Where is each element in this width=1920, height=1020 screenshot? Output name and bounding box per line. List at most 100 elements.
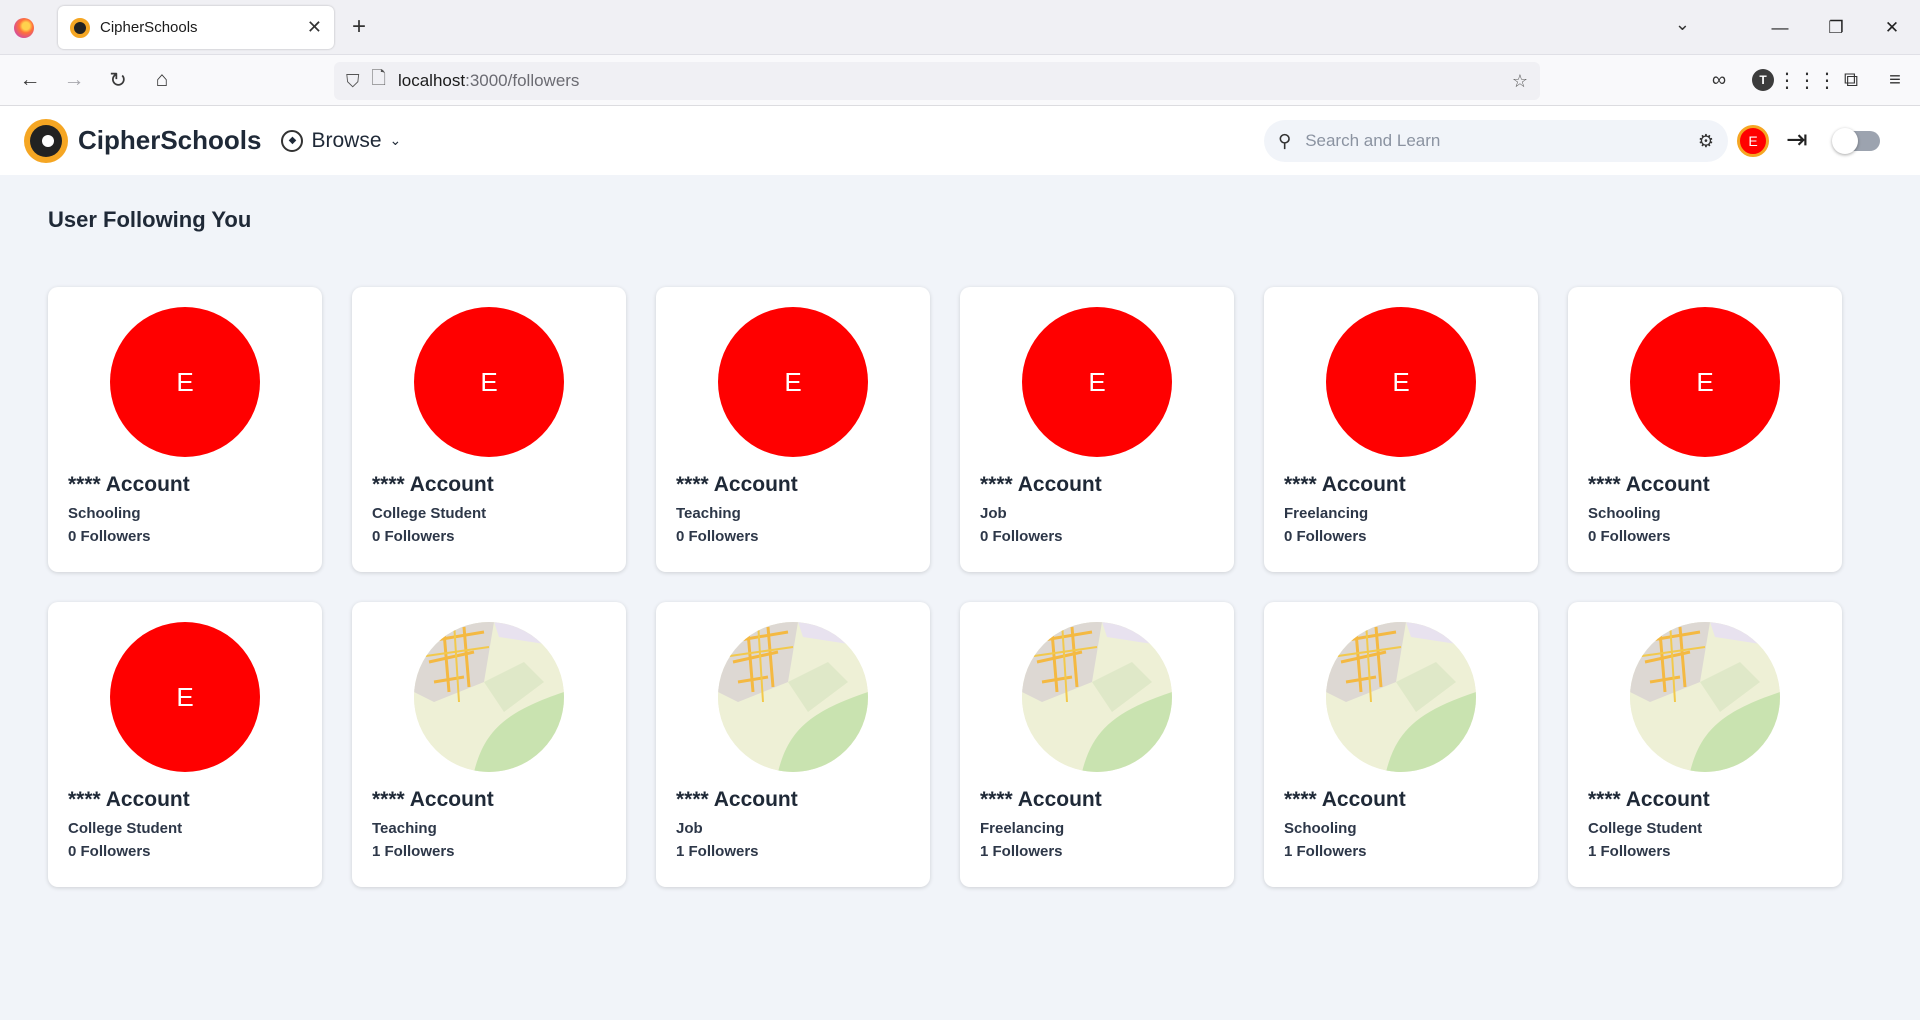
follower-avatar: E	[110, 307, 260, 457]
reload-icon[interactable]: ↻	[100, 62, 136, 98]
shield-icon[interactable]: ⛉	[346, 71, 360, 92]
follower-card[interactable]: E **** Account Schooling 0 Followers	[48, 287, 322, 572]
home-icon[interactable]: ⌂	[144, 62, 180, 98]
follower-card[interactable]: E **** Account Schooling 0 Followers	[1568, 287, 1842, 572]
logout-icon[interactable]: ⇥	[1786, 124, 1808, 155]
menu-icon[interactable]: ≡	[1880, 63, 1910, 97]
extensions-icon[interactable]: ⧉	[1836, 63, 1866, 97]
follower-count: 1 Followers	[1284, 843, 1367, 860]
map-image-icon	[1630, 622, 1780, 772]
follower-role: Freelancing	[1284, 505, 1369, 522]
follower-name: **** Account	[980, 473, 1102, 496]
follower-card[interactable]: E **** Account Job 0 Followers	[960, 287, 1234, 572]
window-controls: — ❐ ✕	[1752, 0, 1920, 55]
follower-card[interactable]: E **** Account Freelancing 0 Followers	[1264, 287, 1538, 572]
follower-role: College Student	[372, 505, 487, 522]
window-close-icon[interactable]: ✕	[1864, 18, 1920, 38]
filter-sliders-icon[interactable]: ⚙	[1698, 131, 1714, 152]
browser-navbar: ← → ↻ ⌂ ⛉ 🗋 localhost:3000/followers ☆ ∞…	[0, 55, 1920, 106]
follower-card[interactable]: E **** Account Teaching 0 Followers	[656, 287, 930, 572]
search-input[interactable]	[1305, 131, 1684, 151]
follower-avatar: E	[1022, 307, 1172, 457]
follower-name: **** Account	[676, 788, 798, 811]
follower-count: 1 Followers	[676, 843, 759, 860]
url-text[interactable]: localhost:3000/followers	[398, 71, 1500, 91]
browser-toolbar: ∞ T ⋮⋮⋮ ⧉ ≡	[1704, 63, 1910, 97]
follower-avatar: E	[1326, 307, 1476, 457]
follower-avatar: E	[110, 622, 260, 772]
follower-count: 1 Followers	[1588, 843, 1671, 860]
follower-card[interactable]: **** Account Freelancing 1 Followers	[960, 602, 1234, 887]
firefox-icon[interactable]	[14, 18, 34, 38]
follower-name: **** Account	[1588, 473, 1710, 496]
list-all-tabs-icon[interactable]: ⌄	[1675, 14, 1690, 35]
account-icon[interactable]: T	[1748, 63, 1778, 97]
browse-label: Browse	[311, 128, 382, 152]
follower-card[interactable]: E **** Account College Student 0 Followe…	[352, 287, 626, 572]
bookmark-star-icon[interactable]: ☆	[1512, 71, 1528, 92]
follower-role: College Student	[1588, 820, 1703, 837]
theme-toggle[interactable]	[1832, 128, 1880, 154]
followers-grid: E **** Account Schooling 0 Followers E *…	[48, 287, 1872, 887]
follower-avatar	[718, 622, 868, 772]
cipherschools-favicon-icon	[70, 17, 90, 38]
browser-tab[interactable]: CipherSchools ✕	[58, 6, 334, 49]
private-mask-icon[interactable]: ∞	[1704, 63, 1734, 97]
compass-icon: ◆	[281, 129, 304, 152]
follower-card[interactable]: **** Account Teaching 1 Followers	[352, 602, 626, 887]
follower-count: 0 Followers	[372, 528, 455, 545]
follower-avatar: E	[1630, 307, 1780, 457]
restore-icon[interactable]: ❐	[1808, 18, 1864, 38]
page-icon[interactable]: 🗋	[372, 66, 386, 96]
minimize-icon[interactable]: —	[1752, 18, 1808, 38]
follower-name: **** Account	[1588, 788, 1710, 811]
follower-role: Job	[980, 505, 1007, 522]
chevron-down-icon: ⌄	[389, 132, 402, 148]
user-avatar[interactable]: E	[1737, 125, 1769, 157]
follower-name: **** Account	[980, 788, 1102, 811]
tab-title: CipherSchools	[100, 19, 198, 36]
follower-count: 1 Followers	[980, 843, 1063, 860]
browser-tabbar: CipherSchools ✕ + ⌄ — ❐ ✕	[0, 0, 1920, 55]
apps-grid-icon[interactable]: ⋮⋮⋮	[1777, 63, 1837, 97]
search-icon: ⚲	[1278, 130, 1292, 151]
follower-count: 0 Followers	[68, 843, 151, 860]
follower-card[interactable]: E **** Account College Student 0 Followe…	[48, 602, 322, 887]
follower-card[interactable]: **** Account Schooling 1 Followers	[1264, 602, 1538, 887]
follower-count: 1 Followers	[372, 843, 455, 860]
brand-name[interactable]: CipherSchools	[78, 125, 261, 156]
search-bar: ⚲ ⚙	[1264, 120, 1728, 162]
close-tab-icon[interactable]: ✕	[307, 17, 322, 38]
follower-count: 0 Followers	[68, 528, 151, 545]
follower-role: Schooling	[68, 505, 141, 522]
map-image-icon	[718, 622, 868, 772]
follower-avatar: E	[414, 307, 564, 457]
back-icon[interactable]: ←	[12, 62, 48, 98]
map-image-icon	[1022, 622, 1172, 772]
new-tab-icon[interactable]: +	[352, 13, 366, 41]
map-image-icon	[414, 622, 564, 772]
follower-name: **** Account	[676, 473, 798, 496]
follower-avatar	[414, 622, 564, 772]
follower-name: **** Account	[1284, 473, 1406, 496]
follower-name: **** Account	[372, 473, 494, 496]
url-bar[interactable]: ⛉ 🗋 localhost:3000/followers ☆	[334, 62, 1540, 100]
browse-menu[interactable]: ◆ Browse ⌄	[281, 129, 401, 153]
follower-card[interactable]: **** Account Job 1 Followers	[656, 602, 930, 887]
follower-count: 0 Followers	[1588, 528, 1671, 545]
follower-count: 0 Followers	[1284, 528, 1367, 545]
follower-role: Schooling	[1284, 820, 1357, 837]
follower-name: **** Account	[1284, 788, 1406, 811]
follower-name: **** Account	[68, 788, 190, 811]
follower-name: **** Account	[68, 473, 190, 496]
forward-icon[interactable]: →	[56, 62, 92, 98]
follower-count: 0 Followers	[676, 528, 759, 545]
app-header: CipherSchools ◆ Browse ⌄ ⚲ ⚙ E ⇥	[0, 106, 1920, 175]
cipherschools-logo-icon[interactable]	[24, 118, 68, 163]
follower-avatar: E	[718, 307, 868, 457]
follower-count: 0 Followers	[980, 528, 1063, 545]
follower-card[interactable]: **** Account College Student 1 Followers	[1568, 602, 1842, 887]
follower-role: Job	[676, 820, 703, 837]
follower-avatar	[1630, 622, 1780, 772]
map-image-icon	[1326, 622, 1476, 772]
